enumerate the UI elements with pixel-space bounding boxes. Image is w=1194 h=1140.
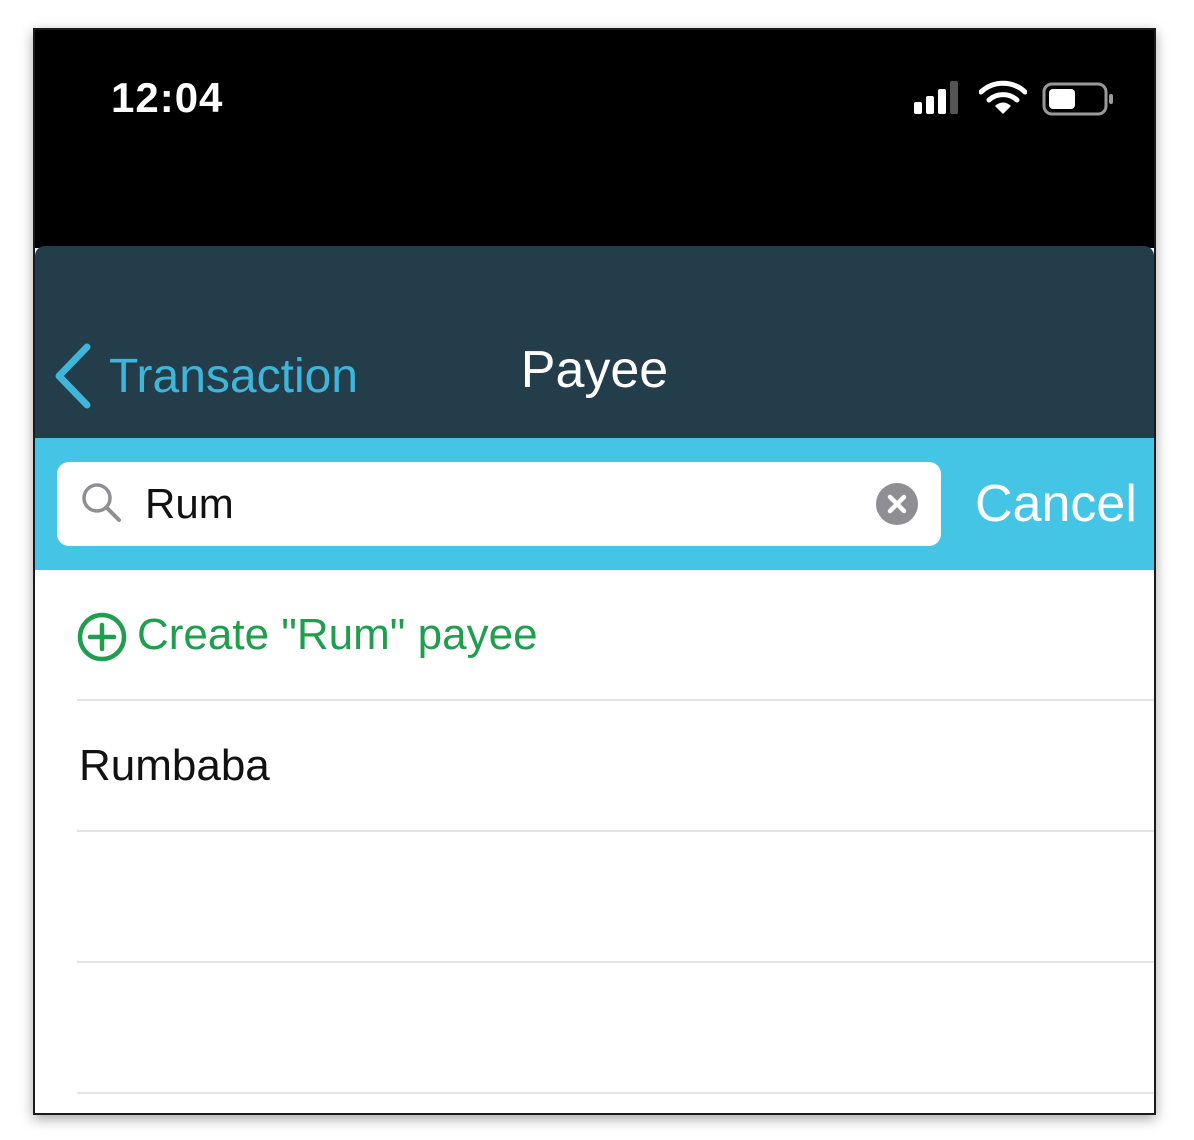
battery-icon xyxy=(1042,82,1113,116)
clear-search-icon[interactable] xyxy=(875,482,919,526)
list-item[interactable]: Rumbaba xyxy=(77,701,1154,832)
empty-list-row xyxy=(77,832,1154,963)
empty-list-row xyxy=(77,963,1154,1094)
status-time: 12:04 xyxy=(111,74,224,121)
search-field[interactable] xyxy=(57,462,941,546)
plus-circle-icon xyxy=(77,612,127,661)
page-title: Payee xyxy=(520,341,669,399)
create-payee-row[interactable]: Create "Rum" payee xyxy=(77,570,1154,701)
signal-icon xyxy=(914,81,958,114)
payee-name: Rumbaba xyxy=(79,740,270,790)
payee-results-list: Create "Rum" payee Rumbaba xyxy=(35,570,1154,1094)
status-bar: 12:04 xyxy=(35,30,1154,248)
cancel-button[interactable]: Cancel xyxy=(975,474,1137,534)
search-input[interactable] xyxy=(145,472,845,536)
search-bar: Cancel xyxy=(35,438,1154,570)
search-icon xyxy=(82,483,121,522)
create-payee-label: Create "Rum" payee xyxy=(137,609,538,659)
app-screen: 12:04 Transaction Payee Rum Cancel Creat… xyxy=(33,28,1156,1115)
wifi-icon xyxy=(979,80,1027,114)
navigation-bar: Transaction Payee xyxy=(35,246,1154,438)
